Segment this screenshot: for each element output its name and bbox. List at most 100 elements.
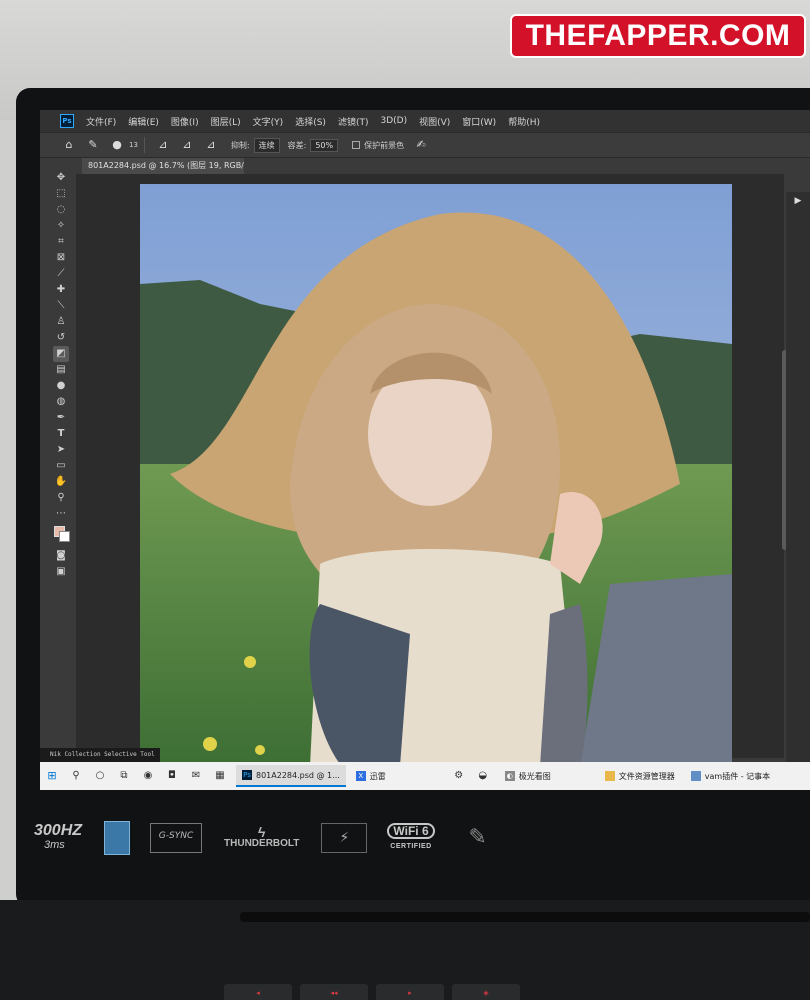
rectangle-icon[interactable]: ▭ xyxy=(53,458,69,474)
notepad-icon xyxy=(690,771,701,781)
history-brush-icon[interactable]: ↺ xyxy=(53,330,69,346)
monitor-screen: Ps 文件(F) 编辑(E) 图像(I) 图层(L) 文字(Y) 选择(S) 滤… xyxy=(40,110,810,790)
cortana-icon[interactable]: ○ xyxy=(93,769,107,783)
photoshop-mini-icon: Ps xyxy=(242,770,252,780)
office-icon[interactable]: ◘ xyxy=(165,769,179,783)
tolerance-label: 容差: xyxy=(287,140,307,150)
response-time-label: 3ms xyxy=(44,839,65,851)
watermark-logo: THEFAPPER.COM xyxy=(510,14,806,58)
eyedropper-icon[interactable]: ⟋ xyxy=(53,266,69,282)
mail-icon[interactable]: ✉ xyxy=(189,769,203,783)
frame-icon[interactable]: ⊠ xyxy=(53,250,69,266)
settings-icon[interactable]: ⚙ xyxy=(452,769,466,783)
refresh-rate-label: 300HZ 3ms xyxy=(34,822,83,852)
wifi-6-label: WiFi 6 xyxy=(387,823,435,839)
function-key[interactable]: ▸ xyxy=(376,984,444,1000)
function-key[interactable]: ◂◂ xyxy=(300,984,368,1000)
zoom-icon[interactable]: ⚲ xyxy=(53,490,69,506)
marquee-icon[interactable]: ⬚ xyxy=(53,186,69,202)
start-icon[interactable]: ⊞ xyxy=(45,769,59,783)
tools-panel: ✥ ⬚ ◌ ✧ ⌗ ⊠ ⟋ ✚ ⟍ ♙ ↺ ◩ ▤ ● ◍ ✒ T ➤ ▭ ✋ … xyxy=(50,170,72,730)
portrait-photo-image xyxy=(140,184,732,766)
pressure-icon[interactable]: ✍ xyxy=(414,138,428,152)
stamp-icon[interactable]: ♙ xyxy=(53,314,69,330)
charging-icon: ⚡ xyxy=(321,823,368,853)
dodge-icon[interactable]: ◍ xyxy=(53,394,69,410)
photoshop-menubar: Ps 文件(F) 编辑(E) 图像(I) 图层(L) 文字(Y) 选择(S) 滤… xyxy=(40,110,810,132)
type-icon[interactable]: T xyxy=(53,426,69,442)
stylus-icon: ✎ xyxy=(468,825,487,850)
certification-sticker xyxy=(104,821,131,855)
brush-size-value: 13 xyxy=(129,141,138,149)
menu-3d[interactable]: 3D(D) xyxy=(374,116,413,126)
sampling-once-icon[interactable]: ⊿ xyxy=(180,138,194,152)
expand-panel-icon[interactable]: ▶ xyxy=(786,196,810,206)
tool-options-bar: ⌂ ✎ ● 13 ⊿ ⊿ ⊿ 抑制: 连续 容差: 50% 保护前景色 ✍ xyxy=(40,132,810,158)
photos-icon[interactable]: ▦ xyxy=(213,769,227,783)
search-icon[interactable]: ⚲ xyxy=(69,769,83,783)
document-photo[interactable] xyxy=(140,184,732,766)
taskbar-app-explorer[interactable]: 文件资源管理器 xyxy=(599,765,681,787)
path-select-icon[interactable]: ➤ xyxy=(53,442,69,458)
menu-image[interactable]: 图像(I) xyxy=(165,115,205,128)
gradient-icon[interactable]: ▤ xyxy=(53,362,69,378)
sampling-swatch-icon[interactable]: ⊿ xyxy=(204,138,218,152)
lasso-icon[interactable]: ◌ xyxy=(53,202,69,218)
menu-view[interactable]: 视图(V) xyxy=(413,115,456,128)
tool-preset-icon[interactable]: ✎ xyxy=(86,138,100,152)
protect-foreground-label: 保护前景色 xyxy=(364,140,405,150)
canvas-area[interactable] xyxy=(76,174,784,766)
protect-foreground-checkbox[interactable] xyxy=(352,141,361,149)
limits-select[interactable]: 连续 xyxy=(253,137,280,153)
screen-mode-icon[interactable]: ▣ xyxy=(53,564,69,580)
quick-mask-icon[interactable]: ◙ xyxy=(53,548,69,564)
laptop-feature-labels: 300HZ 3ms G-SYNC ϟ THUNDERBOLT ⚡ WiFi 6 … xyxy=(20,808,540,868)
right-panel-collapsed: ▶ xyxy=(786,192,810,790)
edge-icon[interactable]: ◒ xyxy=(476,769,490,783)
nik-collection-window-titlebar[interactable]: Nik Collection Selective Tool xyxy=(40,748,160,762)
menu-file[interactable]: 文件(F) xyxy=(80,115,122,128)
tolerance-input[interactable]: 50% xyxy=(310,138,339,152)
menu-help[interactable]: 帮助(H) xyxy=(502,115,546,128)
taskbar-app-label: 迅雷 xyxy=(369,771,386,781)
move-icon[interactable]: ✥ xyxy=(53,170,69,186)
menu-edit[interactable]: 编辑(E) xyxy=(122,115,165,128)
options-divider xyxy=(143,137,145,153)
limits-label: 抑制: xyxy=(230,140,250,150)
wifi-certified-label: CERTIFIED xyxy=(390,843,432,850)
taskbar-app-xunlei[interactable]: X 迅雷 xyxy=(350,765,392,787)
photoshop-logo-icon: Ps xyxy=(60,114,74,128)
healing-icon[interactable]: ✚ xyxy=(53,282,69,298)
thunderbolt-logo: ϟ THUNDERBOLT xyxy=(224,824,299,850)
image-viewer-icon: ◐ xyxy=(504,771,515,781)
crop-icon[interactable]: ⌗ xyxy=(53,234,69,250)
taskbar-app-image-viewer[interactable]: ◐ 极光看图 xyxy=(499,765,557,787)
function-keys: ◂ ◂◂ ▸ ◈ xyxy=(224,984,528,1000)
taskbar-app-photoshop[interactable]: Ps 801A2284.psd @ 1... xyxy=(236,765,346,787)
home-icon[interactable]: ⌂ xyxy=(62,138,76,152)
thunderbolt-icon: ϟ xyxy=(258,824,266,840)
hinge xyxy=(240,912,810,922)
blur-icon[interactable]: ● xyxy=(53,378,69,394)
menu-select[interactable]: 选择(S) xyxy=(289,115,332,128)
eraser-icon[interactable]: ◩ xyxy=(53,346,69,362)
windows-taskbar: ⊞ ⚲ ○ ⧉ ◉ ◘ ✉ ▦ Ps 801A2284.psd @ 1... X… xyxy=(40,762,810,790)
menu-filter[interactable]: 滤镜(T) xyxy=(332,115,375,128)
function-key[interactable]: ◈ xyxy=(452,984,520,1000)
pen-icon[interactable]: ✒ xyxy=(53,410,69,426)
chrome-icon[interactable]: ◉ xyxy=(141,769,155,783)
background-color-swatch[interactable] xyxy=(58,531,70,542)
task-view-icon[interactable]: ⧉ xyxy=(117,769,131,783)
hand-icon[interactable]: ✋ xyxy=(53,474,69,490)
document-tab[interactable]: 801A2284.psd @ 16.7% (图层 19, RGB/8*)× xyxy=(82,158,244,174)
menu-window[interactable]: 窗口(W) xyxy=(456,115,502,128)
taskbar-app-notepad[interactable]: vam插件 - 记事本 xyxy=(685,765,776,787)
brush-size-icon[interactable]: ● xyxy=(110,138,124,152)
sampling-continuous-icon[interactable]: ⊿ xyxy=(156,138,170,152)
brush-icon[interactable]: ⟍ xyxy=(53,298,69,314)
menu-layer[interactable]: 图层(L) xyxy=(205,115,247,128)
quick-select-icon[interactable]: ✧ xyxy=(53,218,69,234)
function-key[interactable]: ◂ xyxy=(224,984,292,1000)
menu-type[interactable]: 文字(Y) xyxy=(247,115,290,128)
more-icon[interactable]: ⋯ xyxy=(53,506,69,522)
